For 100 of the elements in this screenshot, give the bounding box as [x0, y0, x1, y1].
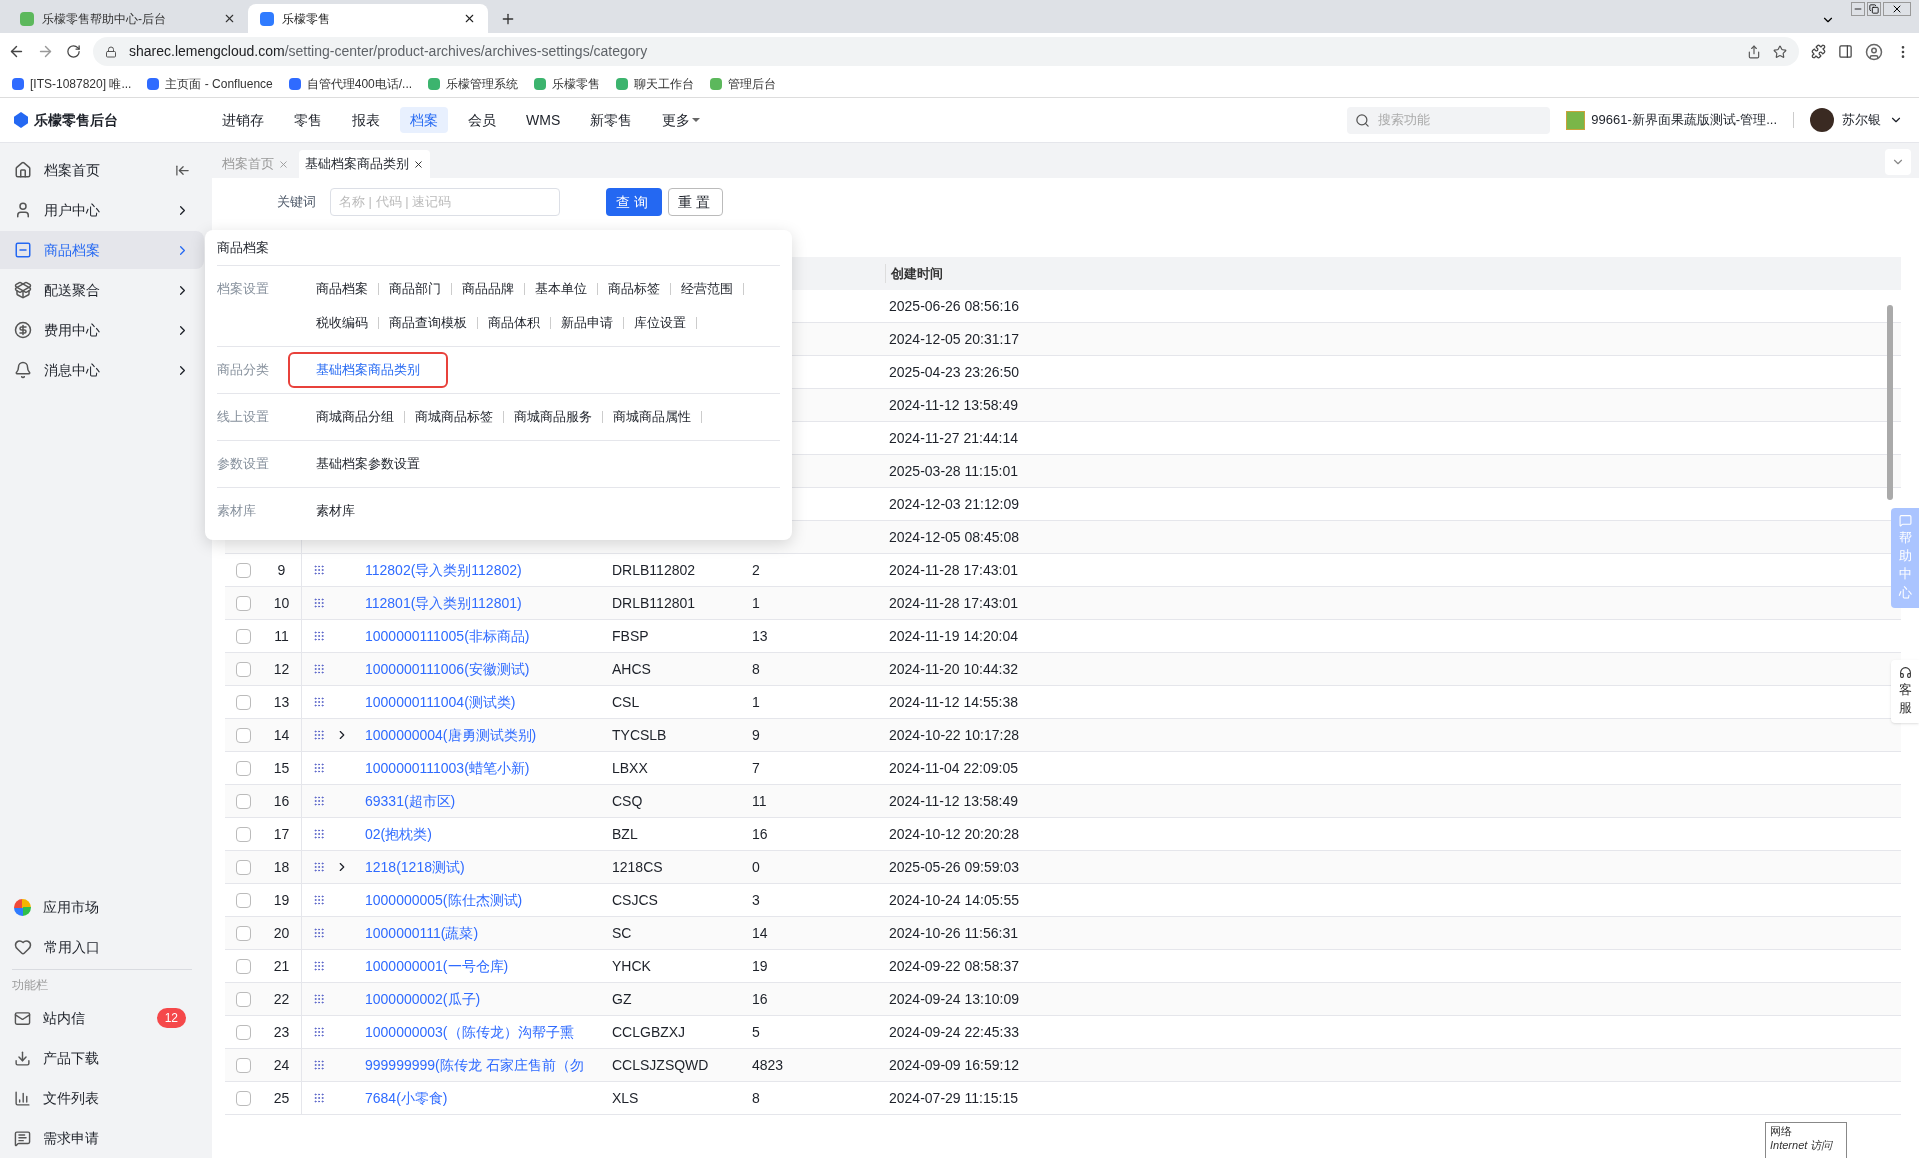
- menu-link[interactable]: 商品档案: [316, 279, 368, 299]
- category-link[interactable]: 112801(导入类别112801): [365, 594, 522, 611]
- category-link[interactable]: 1000000111004(测试类): [365, 693, 516, 710]
- nav-tab[interactable]: 新零售: [580, 107, 643, 133]
- bookmark-link[interactable]: 自管代理400电话/...: [288, 74, 413, 93]
- drag-handle-icon[interactable]: [312, 762, 325, 774]
- row-checkbox[interactable]: [236, 859, 251, 875]
- drag-handle-icon[interactable]: [312, 564, 325, 576]
- drag-handle-icon[interactable]: [312, 1092, 325, 1104]
- row-checkbox[interactable]: [236, 661, 251, 677]
- sidebar-tool[interactable]: 产品下载: [0, 1038, 204, 1078]
- row-checkbox[interactable]: [236, 760, 251, 776]
- menu-link[interactable]: 素材库: [316, 501, 355, 521]
- menu-link[interactable]: 经营范围: [681, 279, 733, 299]
- bookmark-link[interactable]: 管理后台: [710, 74, 777, 93]
- sidebar-link[interactable]: 常用入口: [0, 927, 204, 967]
- bookmark-link[interactable]: 乐檬零售: [534, 74, 601, 93]
- menu-link[interactable]: 商品查询模板: [389, 313, 467, 333]
- sidebar-item[interactable]: 用户中心: [0, 191, 204, 229]
- side-panel-icon[interactable]: [1838, 44, 1853, 59]
- menu-link[interactable]: 商品部门: [389, 279, 441, 299]
- category-link[interactable]: 1000000111(蔬菜): [365, 924, 479, 941]
- customer-service-tab[interactable]: 客服: [1891, 660, 1919, 724]
- sidebar-item[interactable]: 商品档案: [0, 231, 204, 269]
- drag-handle-icon[interactable]: [312, 663, 325, 675]
- category-link[interactable]: 02(抱枕类): [365, 825, 432, 842]
- drag-handle-icon[interactable]: [312, 696, 325, 708]
- drag-handle-icon[interactable]: [312, 861, 325, 873]
- row-checkbox[interactable]: [236, 1057, 251, 1073]
- close-icon[interactable]: [463, 12, 476, 25]
- close-icon[interactable]: [413, 158, 424, 170]
- bookmark-star-icon[interactable]: [1773, 44, 1787, 59]
- menu-link[interactable]: 基础档案参数设置: [316, 454, 420, 474]
- sidebar-tool[interactable]: 需求申请: [0, 1118, 204, 1158]
- row-checkbox[interactable]: [236, 727, 251, 743]
- category-link[interactable]: 1000000111006(安徽测试): [365, 660, 530, 677]
- bookmark-link[interactable]: 聊天工作台: [616, 74, 695, 93]
- row-checkbox[interactable]: [236, 628, 251, 644]
- query-button[interactable]: 查询: [606, 188, 662, 216]
- sidebar-tool[interactable]: 文件列表: [0, 1078, 204, 1118]
- bookmark-link[interactable]: [ITS-1087820] 唯...: [12, 74, 132, 93]
- nav-tab[interactable]: 零售: [284, 107, 332, 133]
- row-checkbox[interactable]: [236, 1090, 251, 1106]
- category-link[interactable]: 7684(小零食): [365, 1089, 448, 1106]
- drag-handle-icon[interactable]: [312, 1059, 325, 1071]
- menu-link[interactable]: 商品体积: [488, 313, 540, 333]
- nav-tab[interactable]: 报表: [342, 107, 390, 133]
- row-checkbox[interactable]: [236, 925, 251, 941]
- restore-icon[interactable]: [1867, 2, 1881, 16]
- drag-handle-icon[interactable]: [312, 630, 325, 642]
- menu-link[interactable]: 基本单位: [535, 279, 587, 299]
- category-link[interactable]: 1218(1218测试): [365, 858, 465, 875]
- menu-link[interactable]: 税收编码: [316, 313, 368, 333]
- menu-link[interactable]: 新品申请: [561, 313, 613, 333]
- bookmark-link[interactable]: 乐檬管理系统: [428, 74, 519, 93]
- close-window-icon[interactable]: [1883, 2, 1911, 16]
- category-link[interactable]: 112802(导入类别112802): [365, 561, 522, 578]
- menu-link[interactable]: 商城商品属性: [613, 407, 691, 427]
- category-link[interactable]: 1000000002(瓜子): [365, 990, 481, 1007]
- row-checkbox[interactable]: [236, 892, 251, 908]
- category-link[interactable]: 1000000004(唐勇测试类别): [365, 726, 537, 743]
- new-tab-icon[interactable]: [500, 11, 516, 27]
- drag-handle-icon[interactable]: [312, 828, 325, 840]
- bookmark-link[interactable]: 主页面 - Confluence: [147, 74, 273, 93]
- menu-link[interactable]: 库位设置: [634, 313, 686, 333]
- row-checkbox[interactable]: [236, 958, 251, 974]
- address-bar[interactable]: sharec.lemengcloud.com/setting-center/product-archives/archives-settings/category: [93, 37, 1799, 66]
- back-icon[interactable]: [8, 43, 25, 60]
- sidebar-link[interactable]: 应用市场: [0, 887, 204, 927]
- menu-link[interactable]: 商城商品分组: [316, 407, 394, 427]
- row-checkbox[interactable]: [236, 793, 251, 809]
- menu-link[interactable]: 商品品牌: [462, 279, 514, 299]
- drag-handle-icon[interactable]: [312, 1026, 325, 1038]
- menu-link[interactable]: 商品标签: [608, 279, 660, 299]
- share-icon[interactable]: [1747, 44, 1761, 59]
- category-link[interactable]: 1000000003(（陈传龙）沟帮子熏: [365, 1023, 574, 1040]
- drag-handle-icon[interactable]: [312, 795, 325, 807]
- category-link[interactable]: 1000000111003(蜡笔小新): [365, 759, 530, 776]
- nav-tab[interactable]: 进销存: [212, 107, 274, 133]
- row-checkbox[interactable]: [236, 694, 251, 710]
- profile-icon[interactable]: [1865, 42, 1883, 61]
- row-checkbox[interactable]: [236, 595, 251, 611]
- user-menu[interactable]: 苏尔银: [1810, 108, 1903, 132]
- drag-handle-icon[interactable]: [312, 927, 325, 939]
- row-checkbox[interactable]: [236, 826, 251, 842]
- category-link[interactable]: 69331(超市区): [365, 792, 456, 809]
- page-tab[interactable]: 基础档案商品类别: [299, 150, 430, 178]
- reset-button[interactable]: 重置: [668, 188, 723, 216]
- drag-handle-icon[interactable]: [312, 597, 325, 609]
- menu-link[interactable]: 基础档案商品类别: [290, 354, 446, 386]
- browser-tab[interactable]: 乐檬零售帮助中心-后台: [8, 4, 248, 33]
- menu-link[interactable]: 商城商品服务: [514, 407, 592, 427]
- nav-tab[interactable]: WMS: [516, 107, 571, 133]
- sidebar-item[interactable]: 档案首页: [0, 151, 204, 189]
- nav-tab[interactable]: 会员: [458, 107, 506, 133]
- category-link[interactable]: 1000000111005(非标商品): [365, 627, 530, 644]
- drag-handle-icon[interactable]: [312, 960, 325, 972]
- browser-tab[interactable]: 乐檬零售: [248, 4, 488, 33]
- nav-tab[interactable]: 更多: [652, 107, 711, 133]
- sidebar-tool[interactable]: 站内信 12: [0, 998, 204, 1038]
